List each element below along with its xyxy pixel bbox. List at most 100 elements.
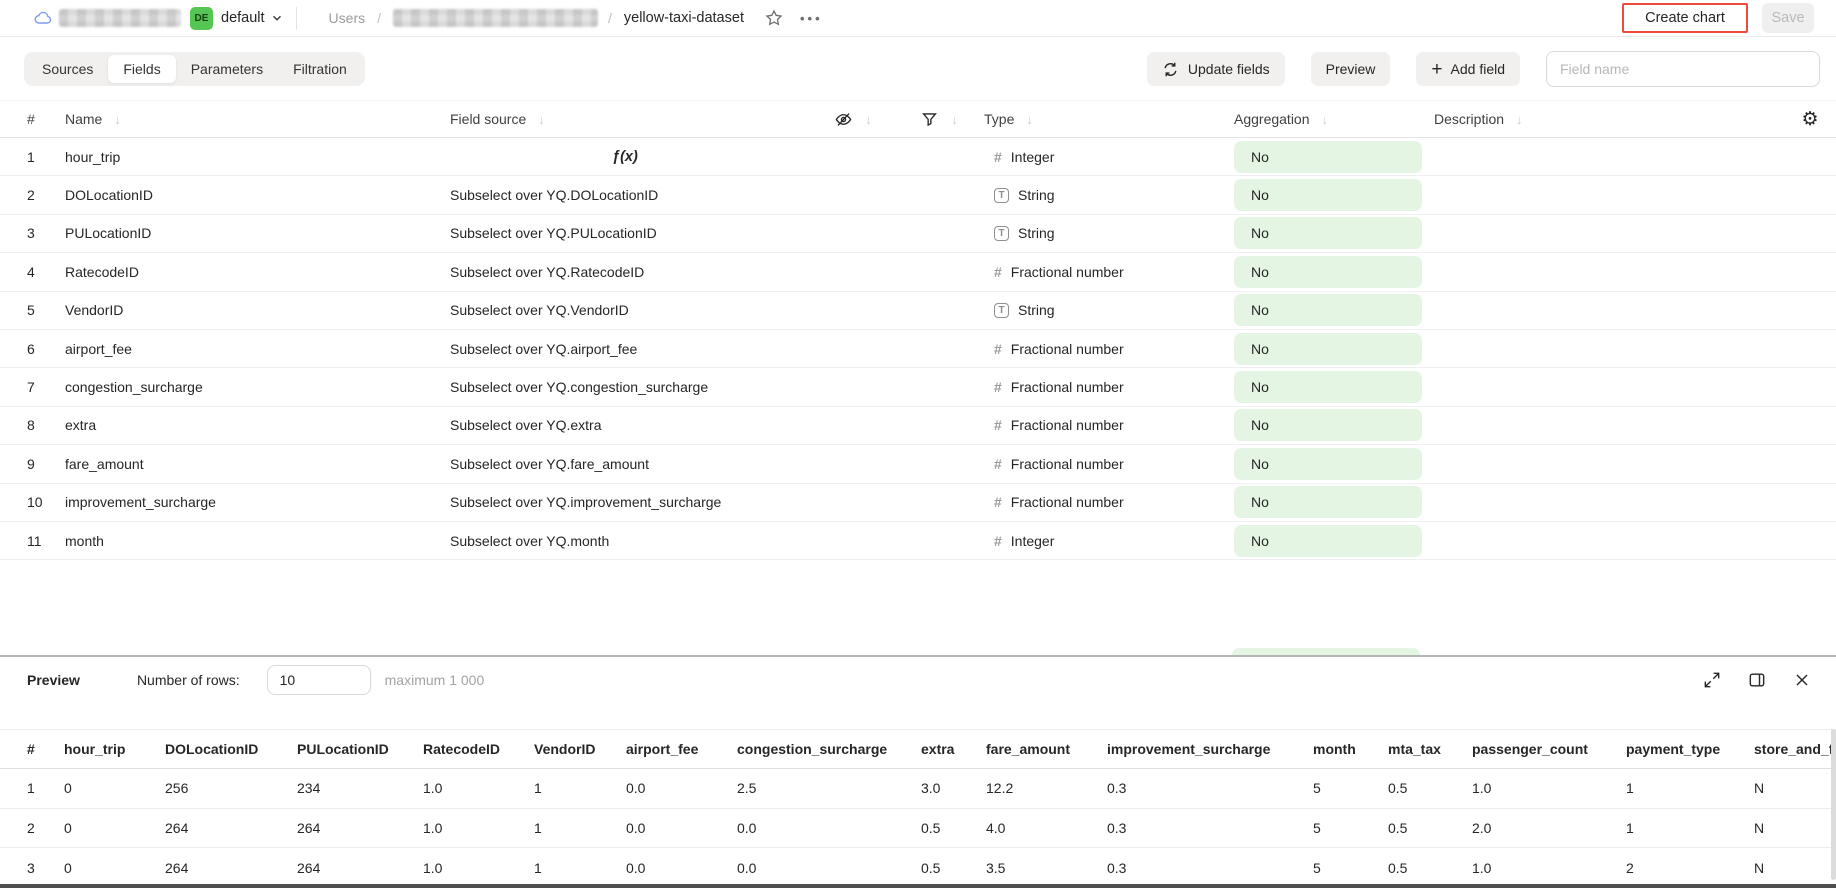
field-row[interactable]: 7congestion_surchargeSubselect over YQ.c… xyxy=(0,368,1836,406)
folder-name[interactable]: default xyxy=(221,10,265,26)
preview-toggle-button[interactable]: Preview xyxy=(1311,52,1391,86)
field-aggregation-cell: No xyxy=(1232,141,1434,173)
field-row[interactable]: 1hour_tripƒ(x)#IntegerNo xyxy=(0,138,1836,176)
preview-cell: 234 xyxy=(297,780,423,796)
field-row[interactable]: 9fare_amountSubselect over YQ.fare_amoun… xyxy=(0,445,1836,483)
field-row[interactable]: 8extraSubselect over YQ.extra#Fractional… xyxy=(0,407,1836,445)
field-row-number: 8 xyxy=(27,417,65,433)
column-header-visibility[interactable]: ↓ xyxy=(810,110,896,129)
field-name-search-input[interactable] xyxy=(1546,51,1820,87)
field-row-number: 7 xyxy=(27,379,65,395)
field-type-cell[interactable]: #Fractional number xyxy=(982,417,1232,433)
sort-arrow-icon[interactable]: ↓ xyxy=(538,112,545,127)
field-row[interactable]: 6airport_feeSubselect over YQ.airport_fe… xyxy=(0,330,1836,368)
vertical-scrollbar[interactable] xyxy=(1831,729,1836,880)
horizontal-scrollbar[interactable] xyxy=(0,884,1836,888)
preview-cell: 0.5 xyxy=(1388,780,1472,796)
sort-arrow-icon[interactable]: ↓ xyxy=(1516,112,1523,127)
rows-count-input[interactable] xyxy=(267,665,371,695)
sort-arrow-icon[interactable]: ↓ xyxy=(114,112,121,127)
field-row[interactable]: 2DOLocationIDSubselect over YQ.DOLocatio… xyxy=(0,176,1836,214)
column-header-filter[interactable]: ↓ xyxy=(896,110,982,129)
sort-arrow-icon[interactable]: ↓ xyxy=(1026,112,1033,127)
field-type-cell[interactable]: #Fractional number xyxy=(982,379,1232,395)
redacted-workspace-name xyxy=(59,9,181,27)
breadcrumb-root[interactable]: Users xyxy=(329,10,366,26)
field-row[interactable]: 3PULocationIDSubselect over YQ.PULocatio… xyxy=(0,215,1836,253)
sort-arrow-icon[interactable]: ↓ xyxy=(1322,112,1329,127)
aggregation-chip[interactable]: No xyxy=(1234,179,1422,211)
field-type-cell[interactable]: TString xyxy=(982,225,1232,241)
rows-max-hint: maximum 1 000 xyxy=(385,672,485,688)
field-row[interactable]: 10improvement_surchargeSubselect over YQ… xyxy=(0,484,1836,522)
side-panel-icon[interactable] xyxy=(1747,670,1767,690)
field-type-label: String xyxy=(1018,187,1055,203)
field-type-cell[interactable]: #Integer xyxy=(982,533,1232,549)
cloud-icon xyxy=(33,8,53,28)
preview-panel-actions xyxy=(1702,670,1812,690)
aggregation-chip[interactable]: No xyxy=(1234,371,1422,403)
field-row[interactable]: 11monthSubselect over YQ.month#IntegerNo xyxy=(0,522,1836,560)
field-row[interactable]: 5VendorIDSubselect over YQ.VendorIDTStri… xyxy=(0,292,1836,330)
aggregation-chip[interactable]: No xyxy=(1234,141,1422,173)
update-fields-button[interactable]: Update fields xyxy=(1147,52,1285,86)
more-actions-icon[interactable]: ••• xyxy=(800,11,823,26)
preview-cell: 1 xyxy=(1626,820,1754,836)
field-row-number: 2 xyxy=(27,187,65,203)
type-number-icon: # xyxy=(994,149,1002,165)
aggregation-chip[interactable]: No xyxy=(1234,333,1422,365)
column-header-aggregation[interactable]: Aggregation↓ xyxy=(1232,111,1434,127)
chevron-down-icon[interactable] xyxy=(270,11,284,25)
formula-icon: ƒ(x) xyxy=(612,149,638,165)
field-type-cell[interactable]: #Fractional number xyxy=(982,264,1232,280)
aggregation-chip[interactable]: No xyxy=(1234,217,1422,249)
gear-icon[interactable]: ⚙ xyxy=(1801,110,1818,129)
table-settings[interactable]: ⚙ xyxy=(1792,110,1828,129)
field-type-label: String xyxy=(1018,302,1055,318)
field-type-cell[interactable]: # Integer xyxy=(982,149,1232,165)
expand-icon[interactable] xyxy=(1702,670,1722,690)
refresh-icon xyxy=(1162,61,1179,78)
field-row[interactable]: 4RatecodeIDSubselect over YQ.RatecodeID#… xyxy=(0,253,1836,291)
column-header-type[interactable]: Type↓ xyxy=(982,111,1232,127)
field-type-cell[interactable]: T String xyxy=(982,187,1232,203)
column-header-name[interactable]: Name↓ xyxy=(65,111,450,127)
sort-arrow-icon[interactable]: ↓ xyxy=(951,112,958,127)
sort-arrow-icon[interactable]: ↓ xyxy=(865,112,872,127)
field-type-cell[interactable]: #Fractional number xyxy=(982,494,1232,510)
column-header-source[interactable]: Field source↓ xyxy=(450,111,810,127)
aggregation-chip[interactable]: No xyxy=(1234,256,1422,288)
plus-icon: + xyxy=(1431,60,1442,79)
type-number-icon: # xyxy=(994,494,1002,510)
field-type-label: Integer xyxy=(1011,149,1055,165)
aggregation-chip[interactable]: No xyxy=(1234,294,1422,326)
tab-filtration[interactable]: Filtration xyxy=(278,55,362,83)
create-chart-button[interactable]: Create chart xyxy=(1622,3,1748,33)
preview-cell: 5 xyxy=(1313,820,1388,836)
field-name: extra xyxy=(65,417,450,433)
preview-cell: 3.5 xyxy=(986,860,1107,876)
tab-sources[interactable]: Sources xyxy=(27,55,108,83)
preview-cell: 1 xyxy=(534,780,626,796)
tab-fields[interactable]: Fields xyxy=(108,55,175,83)
type-string-icon: T xyxy=(994,188,1009,203)
close-icon[interactable] xyxy=(1792,670,1812,690)
aggregation-chip[interactable]: No xyxy=(1234,486,1422,518)
folder-badge[interactable]: DE xyxy=(190,7,213,30)
tab-parameters[interactable]: Parameters xyxy=(176,55,278,83)
type-string-icon: T xyxy=(994,303,1009,318)
preview-controls: Preview Number of rows: maximum 1 000 xyxy=(0,657,1836,703)
column-header-description[interactable]: Description↓ xyxy=(1434,111,1792,127)
field-type-cell[interactable]: #Fractional number xyxy=(982,341,1232,357)
add-field-button[interactable]: + Add field xyxy=(1416,52,1520,86)
aggregation-chip[interactable]: No xyxy=(1234,525,1422,557)
aggregation-chip[interactable]: No xyxy=(1234,409,1422,441)
aggregation-chip[interactable]: No xyxy=(1234,448,1422,480)
redacted-breadcrumb-folder xyxy=(393,9,598,27)
field-type-cell[interactable]: #Fractional number xyxy=(982,456,1232,472)
breadcrumb-separator: / xyxy=(377,10,381,26)
favorite-star-icon[interactable] xyxy=(764,8,784,28)
preview-column-header: airport_fee xyxy=(626,741,737,757)
save-button[interactable]: Save xyxy=(1762,3,1814,33)
field-type-cell[interactable]: T String xyxy=(982,302,1232,318)
